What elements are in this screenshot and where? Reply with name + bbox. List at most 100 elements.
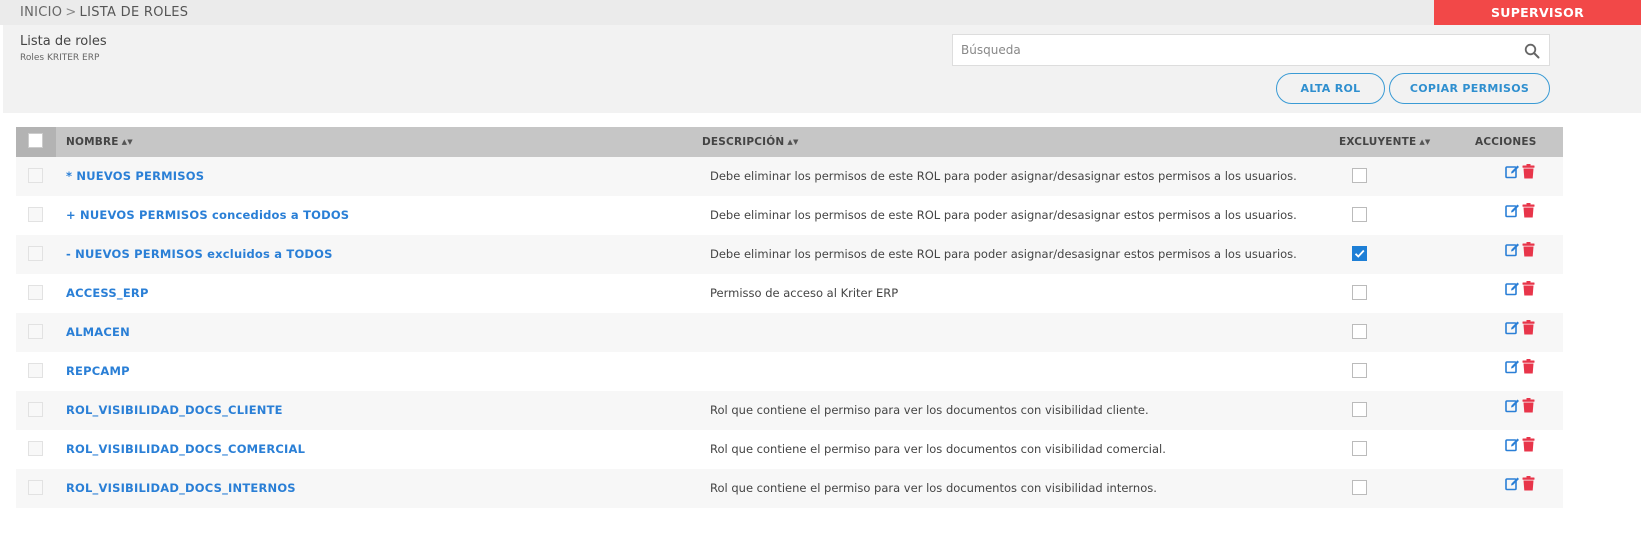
select-all-checkbox[interactable] xyxy=(28,133,43,148)
table-row: ROL_VISIBILIDAD_DOCS_INTERNOS Rol que co… xyxy=(16,469,1563,508)
column-label-name: NOMBRE xyxy=(66,136,119,148)
role-name-link[interactable]: - NUEVOS PERMISOS excluidos a TODOS xyxy=(66,247,333,261)
trash-icon[interactable] xyxy=(1522,203,1535,218)
table-row: ALMACEN xyxy=(16,313,1563,352)
row-select-checkbox[interactable] xyxy=(28,168,43,183)
role-name-link[interactable]: REPCAMP xyxy=(66,364,130,378)
exclusive-checkbox[interactable] xyxy=(1352,207,1367,222)
edit-icon[interactable] xyxy=(1505,437,1520,452)
edit-icon[interactable] xyxy=(1505,164,1520,179)
trash-icon[interactable] xyxy=(1522,437,1535,452)
role-description: Permisso de acceso al Kriter ERP xyxy=(710,286,899,300)
column-header-description[interactable]: DESCRIPCIÓN ▲▼ xyxy=(702,127,799,157)
row-select-checkbox[interactable] xyxy=(28,207,43,222)
sort-icon: ▲▼ xyxy=(1419,138,1431,146)
roles-table: NOMBRE ▲▼ DESCRIPCIÓN ▲▼ EXCLUYENTE ▲▼ ACCI… xyxy=(16,127,1563,508)
row-actions xyxy=(1505,203,1539,219)
row-actions xyxy=(1505,242,1539,258)
table-row: - NUEVOS PERMISOS excluidos a TODOS Debe… xyxy=(16,235,1563,274)
role-name-link[interactable]: * NUEVOS PERMISOS xyxy=(66,169,204,183)
table-row: REPCAMP xyxy=(16,352,1563,391)
row-actions xyxy=(1505,359,1539,375)
select-all-cell xyxy=(16,127,56,157)
edit-icon[interactable] xyxy=(1505,476,1520,491)
role-description: Debe eliminar los permisos de este ROL p… xyxy=(710,208,1297,222)
table-row: ACCESS_ERP Permisso de acceso al Kriter … xyxy=(16,274,1563,313)
edit-icon[interactable] xyxy=(1505,203,1520,218)
column-header-actions: ACCIONES xyxy=(1475,127,1537,157)
exclusive-checkbox[interactable] xyxy=(1352,480,1367,495)
trash-icon[interactable] xyxy=(1522,359,1535,374)
column-label-exclusive: EXCLUYENTE xyxy=(1339,136,1417,148)
row-actions xyxy=(1505,398,1539,414)
table-header: NOMBRE ▲▼ DESCRIPCIÓN ▲▼ EXCLUYENTE ▲▼ ACCI… xyxy=(16,127,1563,157)
row-select-checkbox[interactable] xyxy=(28,246,43,261)
user-menu-button[interactable]: SUPERVISOR xyxy=(1434,0,1641,25)
checkmark-icon xyxy=(1354,249,1365,258)
exclusive-checkbox[interactable] xyxy=(1352,363,1367,378)
edit-icon[interactable] xyxy=(1505,281,1520,296)
role-name-link[interactable]: ROL_VISIBILIDAD_DOCS_COMERCIAL xyxy=(66,442,305,456)
trash-icon[interactable] xyxy=(1522,320,1535,335)
row-select-checkbox[interactable] xyxy=(28,363,43,378)
role-name-link[interactable]: ROL_VISIBILIDAD_DOCS_INTERNOS xyxy=(66,481,296,495)
table-row: + NUEVOS PERMISOS concedidos a TODOS Deb… xyxy=(16,196,1563,235)
table-row: ROL_VISIBILIDAD_DOCS_CLIENTE Rol que con… xyxy=(16,391,1563,430)
row-actions xyxy=(1505,476,1539,492)
edit-icon[interactable] xyxy=(1505,242,1520,257)
column-label-actions: ACCIONES xyxy=(1475,136,1537,148)
row-actions xyxy=(1505,437,1539,453)
search-input[interactable] xyxy=(953,35,1513,65)
edit-icon[interactable] xyxy=(1505,398,1520,413)
row-select-checkbox[interactable] xyxy=(28,324,43,339)
search-icon[interactable] xyxy=(1524,43,1540,59)
row-actions xyxy=(1505,320,1539,336)
exclusive-checkbox[interactable] xyxy=(1352,246,1367,261)
role-description: Debe eliminar los permisos de este ROL p… xyxy=(710,247,1297,261)
top-bar: INICIO > LISTA DE ROLES SUPERVISOR xyxy=(0,0,1641,25)
copy-permissions-button[interactable]: COPIAR PERMISOS xyxy=(1389,73,1550,104)
sort-icon: ▲▼ xyxy=(121,138,133,146)
breadcrumb-current: LISTA DE ROLES xyxy=(79,5,189,20)
search-box xyxy=(952,34,1550,66)
breadcrumb-separator: > xyxy=(65,5,77,20)
table-row: * NUEVOS PERMISOS Debe eliminar los perm… xyxy=(16,157,1563,196)
exclusive-checkbox[interactable] xyxy=(1352,285,1367,300)
trash-icon[interactable] xyxy=(1522,242,1535,257)
edit-icon[interactable] xyxy=(1505,320,1520,335)
breadcrumb: INICIO > LISTA DE ROLES xyxy=(20,5,188,20)
role-name-link[interactable]: + NUEVOS PERMISOS concedidos a TODOS xyxy=(66,208,349,222)
row-select-checkbox[interactable] xyxy=(28,285,43,300)
row-select-checkbox[interactable] xyxy=(28,441,43,456)
trash-icon[interactable] xyxy=(1522,164,1535,179)
page-title: Lista de roles xyxy=(20,34,107,49)
row-actions xyxy=(1505,164,1539,180)
exclusive-checkbox[interactable] xyxy=(1352,441,1367,456)
column-header-exclusive[interactable]: EXCLUYENTE ▲▼ xyxy=(1339,127,1431,157)
role-description: Rol que contiene el permiso para ver los… xyxy=(710,442,1166,456)
role-description: Rol que contiene el permiso para ver los… xyxy=(710,403,1149,417)
page-header: Lista de roles Roles KRITER ERP ALTA ROL… xyxy=(3,25,1641,113)
role-name-link[interactable]: ALMACEN xyxy=(66,325,130,339)
table-body: * NUEVOS PERMISOS Debe eliminar los perm… xyxy=(16,157,1563,508)
table-row: ROL_VISIBILIDAD_DOCS_COMERCIAL Rol que c… xyxy=(16,430,1563,469)
sort-icon: ▲▼ xyxy=(787,138,799,146)
breadcrumb-home[interactable]: INICIO xyxy=(20,5,62,20)
row-actions xyxy=(1505,281,1539,297)
trash-icon[interactable] xyxy=(1522,476,1535,491)
trash-icon[interactable] xyxy=(1522,281,1535,296)
row-select-checkbox[interactable] xyxy=(28,402,43,417)
role-name-link[interactable]: ROL_VISIBILIDAD_DOCS_CLIENTE xyxy=(66,403,283,417)
role-name-link[interactable]: ACCESS_ERP xyxy=(66,286,149,300)
role-description: Debe eliminar los permisos de este ROL p… xyxy=(710,169,1297,183)
add-role-button[interactable]: ALTA ROL xyxy=(1276,73,1385,104)
column-label-description: DESCRIPCIÓN xyxy=(702,136,785,148)
trash-icon[interactable] xyxy=(1522,398,1535,413)
page-subtitle: Roles KRITER ERP xyxy=(20,53,100,63)
exclusive-checkbox[interactable] xyxy=(1352,324,1367,339)
exclusive-checkbox[interactable] xyxy=(1352,168,1367,183)
exclusive-checkbox[interactable] xyxy=(1352,402,1367,417)
row-select-checkbox[interactable] xyxy=(28,480,43,495)
edit-icon[interactable] xyxy=(1505,359,1520,374)
column-header-name[interactable]: NOMBRE ▲▼ xyxy=(66,127,133,157)
